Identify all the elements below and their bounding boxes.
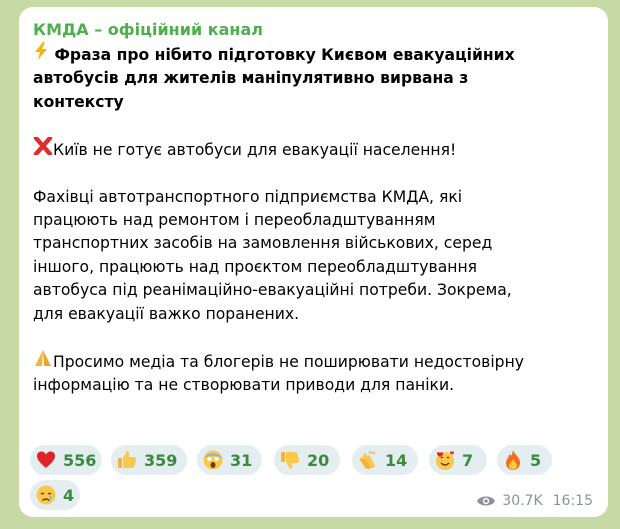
- thumbs-down-icon: [279, 449, 301, 471]
- reaction-count: 14: [385, 450, 408, 470]
- smiling-face-with-hearts-icon: [434, 449, 456, 471]
- fire-icon: [502, 449, 524, 471]
- reaction-count: 359: [144, 450, 178, 470]
- headline-line-2: автобусів для жителів маніпулятивно вирв…: [33, 69, 469, 88]
- red-heart-icon: [35, 449, 57, 471]
- body-paragraph: Фахівці автотранспортного підприємства К…: [33, 186, 592, 326]
- channel-name[interactable]: КМДА – офіційний канал: [33, 19, 592, 41]
- appeal-line-1: Просимо медіа та блогерів не поширювати …: [33, 349, 592, 374]
- reaction-count: 31: [230, 450, 253, 470]
- praying-hands-icon: [33, 349, 53, 374]
- denial-line: Київ не готує автобуси для евакуації нас…: [33, 135, 592, 162]
- eye-icon: [476, 494, 496, 508]
- crying-face-icon: [35, 484, 57, 506]
- reaction-count: 20: [307, 450, 330, 470]
- reaction-count: 556: [63, 450, 97, 470]
- reaction-crying[interactable]: 4: [30, 480, 80, 510]
- body-line: Фахівці автотранспортного підприємства К…: [33, 187, 463, 206]
- body-line: автобуса під реанімаційно-евакуаційні по…: [33, 281, 512, 300]
- reaction-thumbs-down[interactable]: 20: [274, 445, 340, 475]
- body-line: іншого, працюють над проєктом переобладш…: [33, 257, 478, 276]
- reaction-count: 7: [462, 450, 474, 470]
- reaction-clap[interactable]: 14: [352, 445, 418, 475]
- message-meta: 30.7K 16:15: [476, 493, 593, 509]
- body-line: транспортних засобів на замовлення війсь…: [33, 234, 493, 253]
- reaction-love-face[interactable]: 7: [429, 445, 487, 475]
- reaction-thumbs-up[interactable]: 359: [111, 445, 187, 475]
- body-line: працюють над ремонтом і переобладштуванн…: [33, 211, 436, 230]
- body-line: для евакуації важко поранених.: [33, 304, 300, 323]
- lightning-icon: [33, 42, 49, 67]
- appeal-line-2: інформацію та не створювати приводи для …: [33, 376, 455, 395]
- screaming-face-icon: [202, 449, 224, 471]
- reaction-screaming[interactable]: 31: [197, 445, 262, 475]
- reaction-fire[interactable]: 5: [497, 445, 552, 475]
- appeal-paragraph: Просимо медіа та блогерів не поширювати …: [33, 349, 592, 398]
- clapping-hands-icon: [357, 449, 379, 471]
- reaction-count: 4: [63, 485, 75, 505]
- reaction-count: 5: [530, 450, 542, 470]
- reaction-heart[interactable]: 556: [30, 445, 102, 475]
- timestamp: 16:15: [552, 493, 593, 509]
- view-count: 30.7K: [502, 493, 543, 509]
- headline-line-1: Фраза про нібито підготовку Києвом еваку…: [33, 42, 592, 67]
- red-cross-icon: [33, 135, 53, 162]
- message-bubble: КМДА – офіційний канал Фраза про нібито …: [19, 7, 608, 517]
- headline-line-3: контексту: [33, 92, 124, 111]
- headline: Фраза про нібито підготовку Києвом еваку…: [33, 42, 592, 114]
- thumbs-up-icon: [116, 449, 138, 471]
